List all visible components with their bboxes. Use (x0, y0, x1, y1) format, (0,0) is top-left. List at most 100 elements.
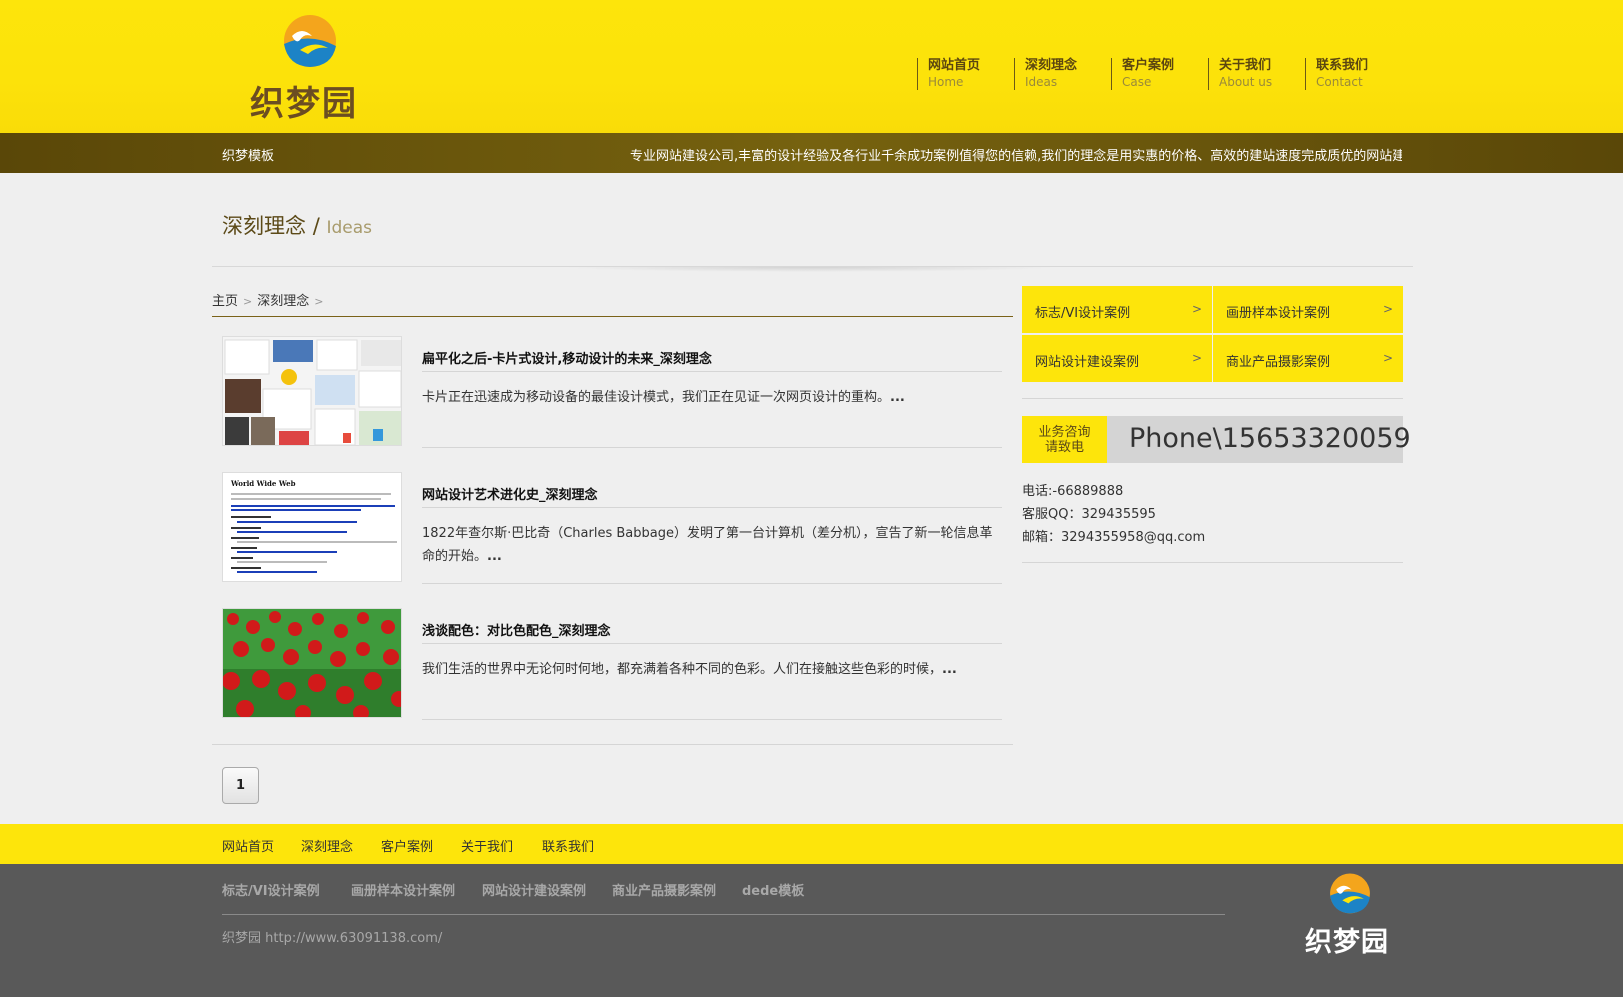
phone-number: Phone\15653320059 (1129, 423, 1411, 454)
breadcrumb-divider (212, 316, 1013, 317)
title-divider-shadow (560, 267, 1060, 272)
footer-nav-about[interactable]: 关于我们 (461, 836, 513, 855)
article-divider (422, 719, 1002, 720)
footer-link-photography[interactable]: 商业产品摄影案例 (612, 880, 716, 899)
breadcrumb: 主页 > 深刻理念 > (212, 290, 328, 309)
list-divider (212, 744, 1013, 745)
article-summary-text: 1822年查尔斯·巴比奇（Charles Babbage）发明了第一台计算机（差… (422, 526, 993, 564)
article-summary: 1822年查尔斯·巴比奇（Charles Babbage）发明了第一台计算机（差… (422, 522, 1002, 568)
article-thumbnail[interactable] (222, 608, 402, 718)
read-more-link[interactable]: ... (890, 390, 905, 405)
nav-item-contact[interactable]: 联系我们 Contact (1305, 58, 1402, 90)
thumb-heading: World Wide Web (230, 479, 296, 488)
site-header: 织梦园 网站首页 Home 深刻理念 Ideas 客户案例 Case 关于我们 … (0, 0, 1623, 133)
breadcrumb-separator: > (314, 295, 324, 308)
phone-banner-label: 业务咨询 请致电 (1022, 416, 1107, 463)
footer-logo-text: 织梦园 (1305, 927, 1389, 958)
contact-qq: 客服QQ：329435595 (1022, 507, 1156, 522)
footer-link-brochure[interactable]: 画册样本设计案例 (351, 880, 455, 899)
footer-nav-contact[interactable]: 联系我们 (542, 836, 594, 855)
article-thumbnail[interactable]: World Wide Web (222, 472, 402, 582)
category-label: 商业产品摄影案例 (1226, 355, 1331, 370)
article-item: 浅谈配色：对比色配色_深刻理念 我们生活的世界中无论何时何地，都充满着各种不同的… (222, 608, 1002, 720)
chevron-right-icon: > (1191, 302, 1202, 316)
main-nav: 网站首页 Home 深刻理念 Ideas 客户案例 Case 关于我们 Abou… (917, 58, 1402, 90)
article-thumbnail[interactable] (222, 336, 402, 446)
contact-phone: 电话:-66889888 (1022, 484, 1124, 499)
footer-link-website[interactable]: 网站设计建设案例 (482, 880, 586, 899)
read-more-link[interactable]: ... (487, 549, 502, 564)
category-label: 标志/VI设计案例 (1035, 306, 1131, 321)
article-summary-text: 卡片正在迅速成为移动设备的最佳设计模式，我们正在见证一次网页设计的重构。 (422, 390, 891, 405)
webpage-screenshot-image: World Wide Web (223, 473, 401, 581)
nav-sublabel: Ideas (1025, 75, 1058, 89)
page-title-en: Ideas (326, 218, 372, 238)
phone-banner: 业务咨询 请致电 Phone\15653320059 (1022, 416, 1411, 463)
site-footer: 标志/VI设计案例 画册样本设计案例 网站设计建设案例 商业产品摄影案例 ded… (0, 864, 1623, 997)
category-logo-vi[interactable]: 标志/VI设计案例 > (1022, 286, 1212, 333)
copyright-text: 织梦园 http://www.63091138.com/ (222, 931, 443, 946)
article-title-divider (422, 371, 1002, 372)
category-photography[interactable]: 商业产品摄影案例 > (1213, 335, 1403, 382)
article-title-link[interactable]: 扁平化之后-卡片式设计,移动设计的未来_深刻理念 (422, 348, 712, 367)
article-title-divider (422, 507, 1002, 508)
footer-logo[interactable]: 织梦园 (1305, 872, 1395, 962)
nav-label: 联系我们 (1316, 58, 1369, 73)
article-title-link[interactable]: 网站设计艺术进化史_深刻理念 (422, 484, 598, 503)
logo-emblem-icon (284, 15, 336, 67)
marquee-text: 专业网站建设公司,丰富的设计经验及各行业千余成功案例值得您的信赖,我们的理念是用… (630, 149, 1402, 164)
strip-title: 织梦模板 (222, 149, 275, 164)
footer-link-logo-vi[interactable]: 标志/VI设计案例 (222, 880, 320, 899)
nav-item-about[interactable]: 关于我们 About us (1208, 58, 1305, 90)
nav-item-case[interactable]: 客户案例 Case (1111, 58, 1208, 90)
footer-nav: 网站首页 深刻理念 客户案例 关于我们 联系我们 (0, 824, 1623, 864)
nav-sublabel: About us (1219, 75, 1273, 89)
nav-label: 深刻理念 (1025, 58, 1078, 73)
card-collage-image (223, 337, 401, 445)
footer-link-dede[interactable]: dede模板 (742, 880, 804, 899)
article-summary: 我们生活的世界中无论何时何地，都充满着各种不同的色彩。人们在接触这些色彩的时候，… (422, 658, 1002, 681)
contact-info: 电话:-66889888 客服QQ：329435595 邮箱：329435595… (1022, 480, 1205, 549)
footer-divider (222, 914, 1225, 915)
article-item: 扁平化之后-卡片式设计,移动设计的未来_深刻理念 卡片正在迅速成为移动设备的最佳… (222, 336, 1002, 448)
nav-label: 客户案例 (1122, 58, 1175, 73)
chevron-right-icon: > (1382, 351, 1393, 365)
article-item: World Wide Web 网站设计艺术进化史_深刻理念 1822年查尔斯·巴… (222, 472, 1002, 584)
chevron-right-icon: > (1382, 302, 1393, 316)
nav-label: 网站首页 (928, 58, 981, 73)
article-summary: 卡片正在迅速成为移动设备的最佳设计模式，我们正在见证一次网页设计的重构。... (422, 386, 1002, 409)
footer-nav-case[interactable]: 客户案例 (381, 836, 433, 855)
pagination-page-1[interactable]: 1 (222, 767, 259, 804)
logo-emblem-icon (1330, 873, 1370, 914)
breadcrumb-home-link[interactable]: 主页 (212, 294, 238, 309)
sidebar-divider (1022, 398, 1403, 399)
article-summary-text: 我们生活的世界中无论何时何地，都充满着各种不同的色彩。人们在接触这些色彩的时候， (422, 662, 943, 677)
nav-sublabel: Contact (1316, 75, 1363, 89)
category-brochure[interactable]: 画册样本设计案例 > (1213, 286, 1403, 333)
article-title-divider (422, 643, 1002, 644)
nav-item-home[interactable]: 网站首页 Home (917, 58, 1014, 90)
page-title-cn: 深刻理念 (222, 214, 306, 238)
logo-text: 织梦园 (250, 84, 358, 124)
contact-email: 邮箱：3294355958@qq.com (1022, 530, 1206, 545)
article-title-link[interactable]: 浅谈配色：对比色配色_深刻理念 (422, 620, 611, 639)
phone-label-line: 请致电 (1044, 440, 1084, 455)
phone-label-line: 业务咨询 (1038, 425, 1091, 440)
breadcrumb-current-link[interactable]: 深刻理念 (257, 294, 309, 309)
nav-label: 关于我们 (1219, 58, 1272, 73)
footer-nav-ideas[interactable]: 深刻理念 (301, 836, 353, 855)
category-website[interactable]: 网站设计建设案例 > (1022, 335, 1212, 382)
category-label: 网站设计建设案例 (1035, 355, 1140, 370)
nav-sublabel: Home (928, 75, 964, 89)
nav-item-ideas[interactable]: 深刻理念 Ideas (1014, 58, 1111, 90)
site-logo[interactable]: 织梦园 (250, 14, 370, 124)
page-title: 深刻理念 / Ideas (222, 210, 372, 240)
chevron-right-icon: > (1191, 351, 1202, 365)
article-divider (422, 583, 1002, 584)
footer-nav-home[interactable]: 网站首页 (222, 836, 274, 855)
read-more-link[interactable]: ... (942, 662, 957, 677)
nav-sublabel: Case (1122, 75, 1152, 89)
red-flowers-image (223, 609, 401, 717)
announcement-strip: 织梦模板 专业网站建设公司,丰富的设计经验及各行业千余成功案例值得您的信赖,我们… (0, 133, 1623, 173)
page-title-slash: / (312, 214, 320, 238)
